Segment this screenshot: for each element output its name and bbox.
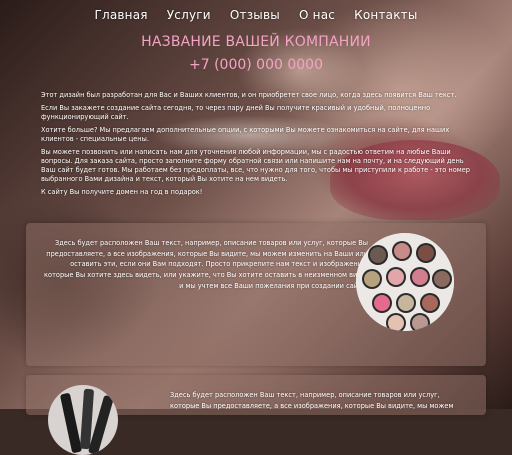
nav-item-about[interactable]: О нас <box>299 8 335 22</box>
main-nav: Главная Услуги Отзывы О нас Контакты <box>0 4 512 23</box>
intro-paragraph: Хотите больше? Мы предлагаем дополнитель… <box>41 126 450 143</box>
intro-paragraph: К сайту Вы получите домен на год в подар… <box>41 188 203 196</box>
company-name: НАЗВАНИЕ ВАШЕЙ КОМПАНИИ <box>141 34 371 50</box>
content-card-2: Здесь будет расположен Ваш текст, наприм… <box>26 375 486 455</box>
nav-item-contacts[interactable]: Контакты <box>354 8 417 22</box>
card-text: Здесь будет расположен Ваш текст, наприм… <box>44 239 368 290</box>
nav-item-reviews[interactable]: Отзывы <box>230 8 280 22</box>
card-text: Здесь будет расположен Ваш текст, наприм… <box>170 391 454 410</box>
intro-paragraph: Если Вы закажете создание сайта сегодня,… <box>41 104 431 121</box>
content-card-1: Здесь будет расположен Ваш текст, наприм… <box>26 223 486 366</box>
intro-paragraph: Вы можете позвонить или написать нам для… <box>41 148 470 183</box>
intro-text: Этот дизайн был разработан для Вас и Ваш… <box>41 91 471 201</box>
nav-item-home[interactable]: Главная <box>94 8 147 22</box>
company-phone[interactable]: +7 (000) 000 0000 <box>0 57 512 73</box>
makeup-brushes-icon <box>48 385 118 455</box>
intro-paragraph: Этот дизайн был разработан для Вас и Ваш… <box>41 91 457 99</box>
eyeshadow-palette-icon <box>356 233 454 331</box>
nav-item-services[interactable]: Услуги <box>167 8 211 22</box>
